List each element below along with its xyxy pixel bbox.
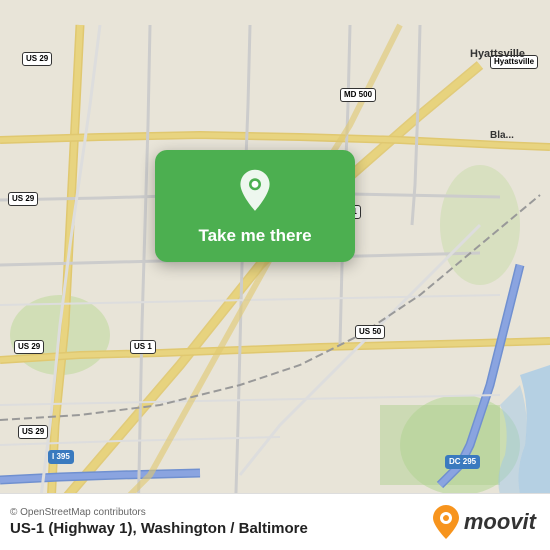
- take-me-there-button[interactable]: Take me there: [198, 226, 311, 246]
- label-bladensburg: Bla...: [490, 130, 514, 141]
- bottom-left-info: © OpenStreetMap contributors US-1 (Highw…: [10, 507, 308, 537]
- action-card: Take me there: [155, 150, 355, 262]
- badge-dc295: DC 295: [445, 455, 480, 469]
- moovit-text: moovit: [464, 509, 536, 535]
- moovit-logo: moovit: [432, 504, 536, 540]
- route-label: US-1 (Highway 1), Washington / Baltimore: [10, 520, 308, 537]
- badge-md500: MD 500: [340, 88, 376, 102]
- osm-attribution: © OpenStreetMap contributors: [10, 507, 308, 518]
- map-container: US 29 US 29 US 29 US 29 US 1 US 1 MD 500…: [0, 0, 550, 550]
- badge-us50: US 50: [355, 325, 385, 339]
- badge-us1-lower: US 1: [130, 340, 156, 354]
- badge-i395: I 395: [48, 450, 74, 464]
- moovit-pin-icon: [432, 504, 460, 540]
- badge-us29-lower: US 29: [14, 340, 44, 354]
- bottom-bar: © OpenStreetMap contributors US-1 (Highw…: [0, 493, 550, 550]
- label-hyattsville: Hyattsville: [470, 48, 525, 60]
- location-pin-icon: [231, 168, 279, 216]
- badge-us29-mid: US 29: [8, 192, 38, 206]
- badge-us29-bottom: US 29: [18, 425, 48, 439]
- badge-us29-top: US 29: [22, 52, 52, 66]
